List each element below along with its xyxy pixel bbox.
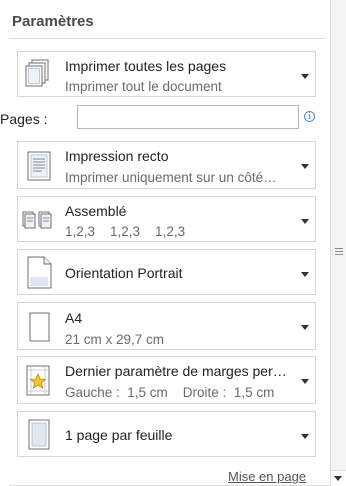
collation-title: Assemblé — [65, 203, 127, 219]
chevron-down-icon — [301, 379, 309, 384]
print-range-subtitle: Imprimer tout le document — [65, 79, 222, 94]
orientation-title: Orientation Portrait — [65, 265, 183, 281]
paper-size-title: A4 — [65, 310, 83, 326]
pages-stack-icon — [22, 58, 56, 97]
scrollbar-grip-icon[interactable] — [335, 248, 343, 255]
sides-subtitle: Imprimer uniquement sur un côté… — [65, 170, 277, 185]
pages-per-sheet-dropdown[interactable]: 1 page par feuille — [17, 411, 316, 457]
paper-size-icon — [22, 310, 56, 349]
chevron-down-icon — [301, 434, 309, 439]
title-divider — [9, 38, 326, 39]
chevron-down-icon — [301, 272, 309, 277]
panel-left-edge — [0, 0, 8, 486]
settings-title: Paramètres — [12, 13, 94, 30]
page-setup-link[interactable]: Mise en page — [228, 469, 306, 484]
print-settings-panel: Paramètres Imprimer toutes les pages Imp… — [0, 0, 346, 486]
orientation-dropdown[interactable]: Orientation Portrait — [17, 249, 316, 295]
pages-per-sheet-icon — [22, 418, 56, 457]
paper-size-dropdown[interactable]: A4 21 cm x 29,7 cm — [17, 302, 316, 350]
collation-dropdown[interactable]: Assemblé 1,2,3 1,2,3 1,2,3 — [17, 196, 316, 242]
collation-subtitle: 1,2,3 1,2,3 1,2,3 — [65, 224, 186, 239]
chevron-down-icon — [301, 74, 309, 79]
vertical-scrollbar[interactable] — [330, 0, 346, 486]
print-range-title: Imprimer toutes les pages — [65, 58, 227, 74]
margins-title: Dernier paramètre de marges per… — [65, 363, 287, 379]
pages-per-sheet-title: 1 page par feuille — [65, 427, 173, 443]
margins-star-icon — [22, 364, 56, 403]
chevron-down-icon — [301, 325, 309, 330]
collated-icon — [22, 203, 56, 242]
scroll-down-button[interactable] — [330, 470, 346, 486]
sides-title: Impression recto — [65, 148, 169, 164]
chevron-down-icon — [301, 164, 309, 169]
chevron-down-icon — [301, 219, 309, 224]
portrait-page-icon — [22, 255, 56, 296]
paper-size-subtitle: 21 cm x 29,7 cm — [65, 332, 165, 347]
pages-input[interactable] — [77, 105, 299, 129]
arrow-down-icon — [334, 476, 342, 481]
sides-dropdown[interactable]: Impression recto Imprimer uniquement sur… — [17, 141, 316, 189]
info-icon[interactable]: i — [304, 111, 315, 122]
margins-subtitle: Gauche : 1,5 cm Droite : 1,5 cm — [65, 385, 275, 400]
one-sided-page-icon — [22, 149, 56, 188]
pages-label: Pages : — [0, 111, 48, 127]
print-range-dropdown[interactable]: Imprimer toutes les pages Imprimer tout … — [17, 51, 316, 97]
margins-dropdown[interactable]: Dernier paramètre de marges per… Gauche … — [17, 356, 316, 404]
